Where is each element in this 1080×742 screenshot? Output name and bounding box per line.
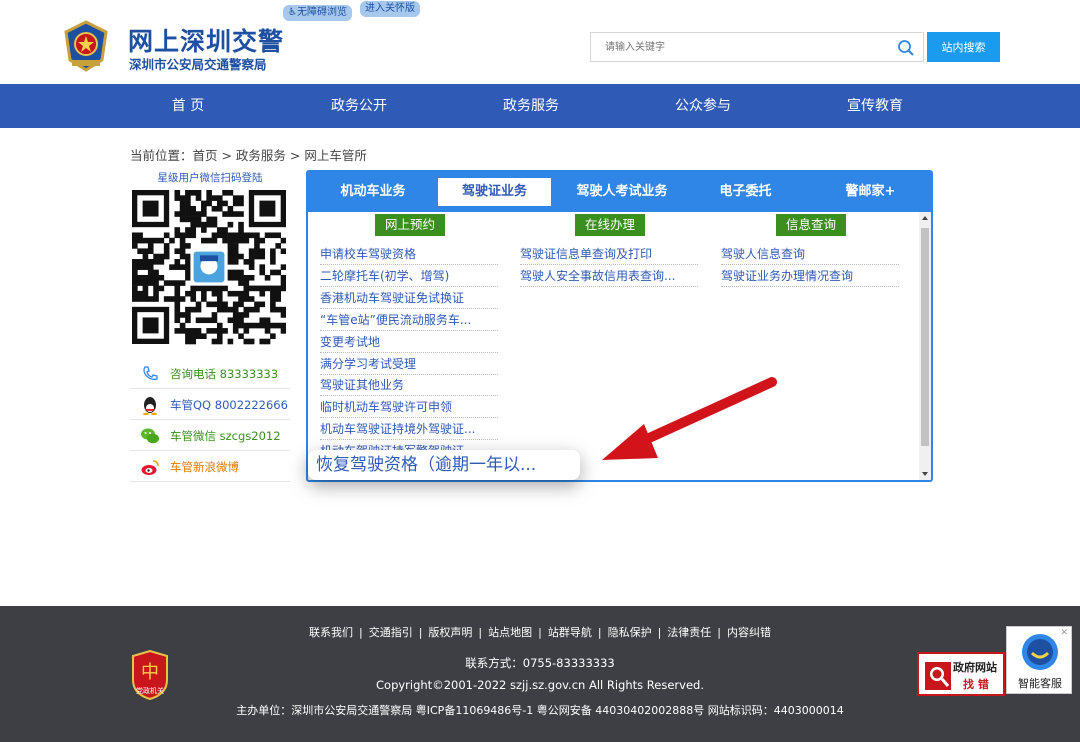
column-heading-query: 信息查询 — [776, 214, 846, 236]
footer-separator: | — [418, 626, 423, 639]
footer-links: 联系我们 | 交通指引 | 版权声明 | 站点地图 | 站群导航 | 隐私保护 | 法律责任 | 内容纠错 — [0, 624, 1080, 640]
wechat-login-caption: 星级用户微信扫码登陆 — [157, 172, 263, 184]
find-error-line1: 政府网站 — [953, 661, 997, 674]
contact-wechat[interactable]: 车管微信 szcgs2012 — [130, 420, 290, 451]
link-other-license[interactable]: 驾驶证其他业务 — [320, 375, 498, 396]
search-box — [590, 32, 924, 62]
site-search-button[interactable]: 站内搜索 — [927, 32, 1000, 62]
contact-weibo-text: 车管新浪微博 — [170, 460, 239, 474]
gov-site-find-error-button[interactable]: 政府网站 找 错 — [917, 652, 1005, 696]
contact-wechat-text: 车管微信 szcgs2012 — [170, 429, 281, 443]
contact-qq[interactable]: 车管QQ 8002222666 — [130, 389, 290, 420]
link-school-bus-license[interactable]: 申请校车驾驶资格 — [320, 244, 498, 265]
find-error-line2: 找 错 — [963, 678, 989, 691]
footer-separator: | — [538, 626, 542, 639]
phone-icon — [143, 366, 158, 381]
main-nav: 首 页 政务公开 政务服务 公众参与 宣传教育 — [0, 84, 1080, 128]
scroll-down-arrow-icon[interactable] — [922, 472, 928, 476]
site-subtitle: 深圳市公安局交通警察局 — [129, 57, 267, 72]
scroll-thumb[interactable] — [921, 228, 929, 446]
smart-assistant-icon — [1022, 634, 1058, 670]
service-tabs: 机动车业务 驾驶证业务 驾驶人考试业务 电子委托 警邮家+ — [308, 172, 931, 212]
footer-link[interactable]: 交通指引 — [366, 626, 416, 639]
contact-qq-text: 车管QQ 8002222666 — [170, 398, 288, 412]
scroll-up-arrow-icon[interactable] — [922, 216, 928, 220]
footer-sponsor: 主办单位：深圳市公安局交通警察局 粤ICP备11069486号-1 粤公网安备 … — [236, 704, 844, 717]
contact-phone-text: 咨询电话 83333333 — [170, 367, 279, 381]
wechat-icon — [141, 428, 159, 444]
panel-scrollbar[interactable] — [919, 212, 931, 480]
site-header: 网上深圳交警 深圳市公安局交通警察局 ♿无障碍浏览 进入关怀版 站内搜索 — [0, 0, 1080, 84]
link-license-progress-query[interactable]: 驾驶证业务办理情况查询 — [721, 266, 899, 287]
link-hk-license-exchange[interactable]: 香港机动车驾驶证免试换证 — [320, 288, 498, 309]
tab-vehicle-business[interactable]: 机动车业务 — [318, 178, 428, 206]
contact-phone[interactable]: 咨询电话 83333333 — [130, 358, 290, 389]
qq-icon — [143, 397, 157, 415]
tab-exam-business[interactable]: 驾驶人考试业务 — [563, 178, 681, 206]
close-icon[interactable]: ✕ — [1060, 628, 1068, 638]
smart-service-widget[interactable]: ✕ 智能客服 — [1006, 626, 1072, 694]
link-motorcycle[interactable]: 二轮摩托车(初学、增驾) — [320, 266, 498, 287]
smart-service-label: 智能客服 — [1018, 677, 1062, 690]
nav-item-home[interactable]: 首 页 — [128, 84, 248, 128]
site-title[interactable]: 网上深圳交警 — [128, 22, 284, 58]
nav-item-gov-affairs[interactable]: 政务公开 — [299, 84, 419, 128]
wechat-qr-code — [132, 190, 286, 345]
police-emblem-icon — [64, 20, 108, 72]
tab-e-entrust[interactable]: 电子委托 — [693, 178, 798, 206]
link-foreign-license[interactable]: 机动车驾驶证持境外驾驶证... — [320, 419, 498, 440]
weibo-icon — [141, 460, 159, 475]
breadcrumb: 当前位置：首页 > 政务服务 > 网上车管所 — [130, 148, 367, 163]
red-arrow-annotation-icon — [602, 377, 777, 460]
column-heading-online: 在线办理 — [575, 214, 645, 236]
footer-link[interactable]: 版权声明 — [425, 626, 475, 639]
footer-link[interactable]: 站群导航 — [545, 626, 595, 639]
footer-separator: | — [657, 626, 662, 639]
link-driver-info-query[interactable]: 驾驶人信息查询 — [721, 244, 899, 265]
care-mode-badge[interactable]: 进入关怀版 — [360, 1, 420, 17]
link-change-exam-site[interactable]: 变更考试地 — [320, 332, 498, 353]
tab-police-post[interactable]: 警邮家+ — [818, 178, 923, 206]
contact-weibo[interactable]: 车管新浪微博 — [130, 451, 290, 482]
nav-item-public[interactable]: 公众参与 — [643, 84, 763, 128]
link-full-score-study[interactable]: 满分学习考试受理 — [320, 354, 498, 375]
tab-license-business[interactable]: 驾驶证业务 — [438, 178, 551, 206]
footer-separator: | — [717, 626, 722, 639]
link-temporary-permit[interactable]: 临时机动车驾驶许可申领 — [320, 397, 498, 418]
nav-item-education[interactable]: 宣传教育 — [815, 84, 935, 128]
nav-item-gov-services[interactable]: 政务服务 — [471, 84, 591, 128]
footer-link[interactable]: 联系我们 — [306, 626, 356, 639]
site-footer: 联系我们 | 交通指引 | 版权声明 | 站点地图 | 站群导航 | 隐私保护 | 法律责任 | 内容纠错 … — [0, 606, 1080, 742]
link-license-info-print[interactable]: 驾驶证信息单查询及打印 — [520, 244, 698, 265]
search-icon[interactable] — [897, 39, 915, 57]
search-input[interactable] — [591, 33, 881, 61]
footer-separator: | — [358, 626, 363, 639]
restore-license-link-zoom[interactable]: 恢复驾驶资格（逾期一年以... — [308, 450, 580, 480]
column-heading-booking: 网上预约 — [375, 214, 445, 236]
magnifier-icon — [925, 662, 951, 690]
footer-link[interactable]: 内容纠错 — [724, 626, 774, 639]
footer-link[interactable]: 法律责任 — [664, 626, 714, 639]
link-mobile-service-car[interactable]: “车管e站”便民流动服务车... — [320, 310, 498, 331]
footer-link[interactable]: 站点地图 — [485, 626, 535, 639]
footer-separator: | — [478, 626, 483, 639]
footer-link[interactable]: 隐私保护 — [605, 626, 655, 639]
accessibility-badge[interactable]: ♿无障碍浏览 — [283, 5, 352, 21]
link-safety-credit-query[interactable]: 驾驶人安全事故信用表查询... — [520, 266, 698, 287]
footer-separator: | — [597, 626, 602, 639]
